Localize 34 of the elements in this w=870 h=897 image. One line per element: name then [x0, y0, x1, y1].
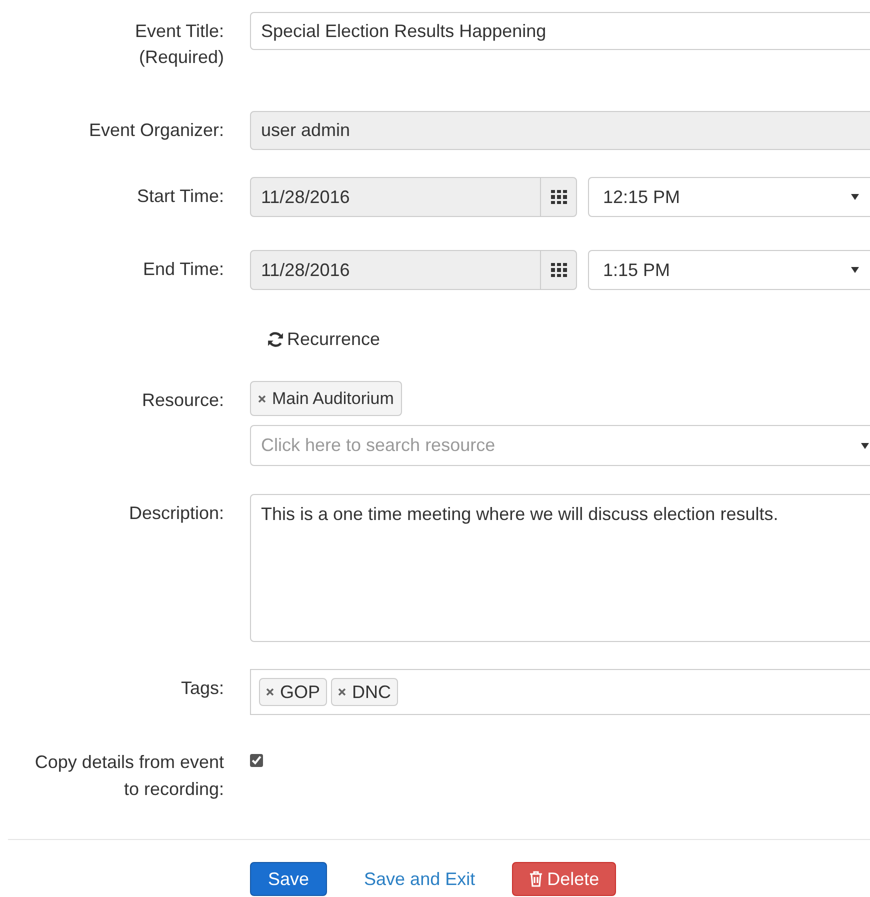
copy-checkbox[interactable]	[250, 754, 263, 767]
field-label: End Time:	[142, 258, 224, 281]
calendar-icon[interactable]	[550, 263, 566, 277]
title-input[interactable]: Special Election Results Happening	[250, 12, 870, 50]
field-label: Copy details from event to recording:	[34, 751, 224, 801]
tag-chip[interactable]: Main Auditorium	[250, 381, 402, 416]
field-label: Resource:	[142, 389, 224, 412]
remove-icon[interactable]	[266, 688, 274, 696]
required-note: (Required)	[138, 46, 224, 69]
field-label: Tags:	[180, 677, 224, 700]
caret-icon	[851, 194, 859, 200]
delete-button[interactable]: Delete	[512, 862, 616, 896]
time-select[interactable]: 1:15 PM	[588, 250, 870, 290]
refresh-icon	[267, 331, 284, 348]
save-button[interactable]: Save	[250, 862, 328, 896]
caret-icon	[861, 442, 869, 448]
trash-icon	[529, 871, 544, 887]
field-label: Description:	[128, 502, 224, 525]
calendar-icon[interactable]	[550, 190, 566, 204]
date-field[interactable]: 11/28/2016	[250, 177, 577, 217]
description-textarea[interactable]: This is a one time meeting where we will discuss election results.	[250, 494, 870, 642]
save-exit-link[interactable]: Save and Exit	[364, 862, 476, 896]
caret-icon	[851, 267, 859, 273]
date-field[interactable]: 11/28/2016	[250, 250, 577, 290]
remove-icon[interactable]	[338, 688, 346, 696]
recurrence-link[interactable]: Recurrence	[267, 326, 380, 353]
field-label: Event Title:	[134, 20, 224, 43]
time-select[interactable]: 12:15 PM	[588, 177, 870, 217]
field-label: Start Time:	[136, 185, 224, 208]
tag-chip[interactable]: DNC	[331, 678, 398, 706]
field-label: Event Organizer:	[88, 119, 224, 142]
remove-icon[interactable]	[258, 394, 266, 402]
tag-chip[interactable]: GOP	[259, 678, 328, 706]
tags-input[interactable]: GOP DNC	[250, 669, 870, 715]
